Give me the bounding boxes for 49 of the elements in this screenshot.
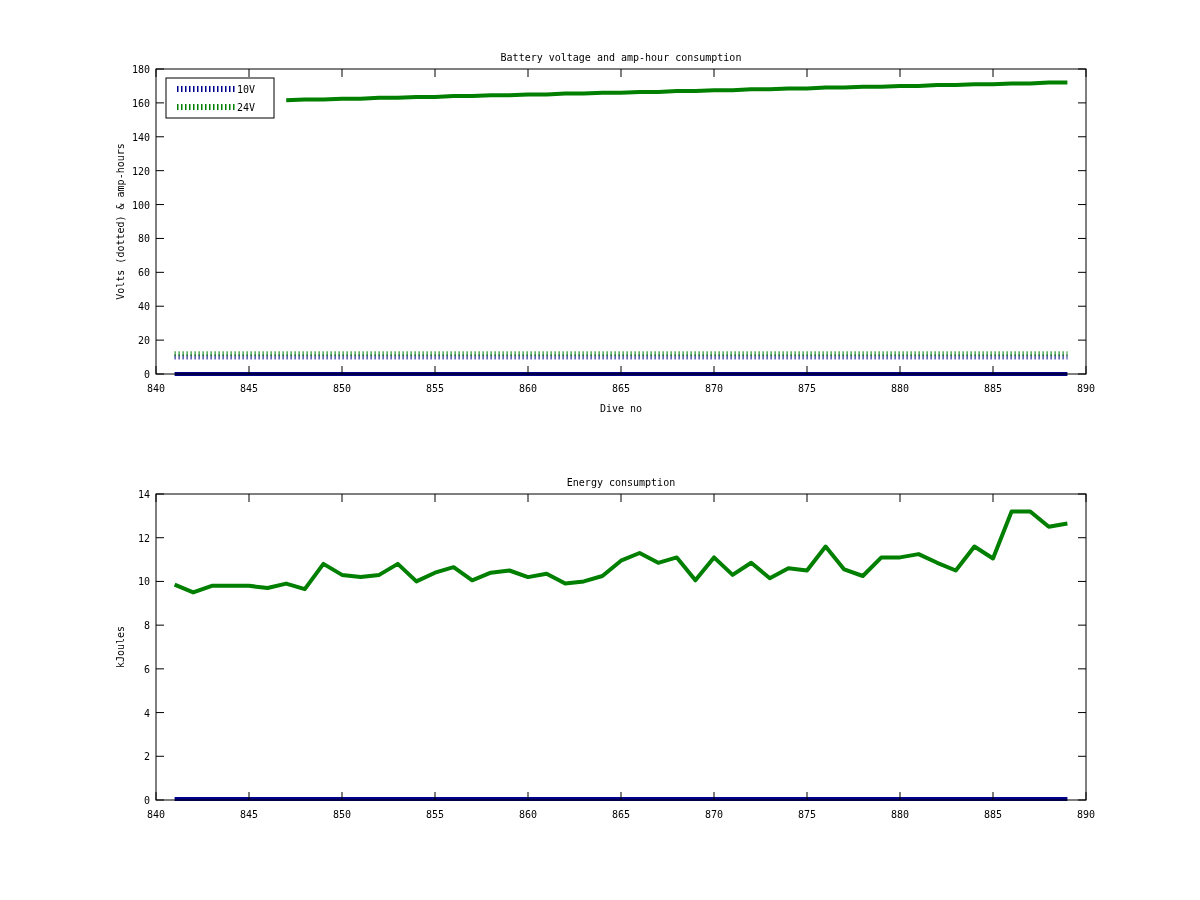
tick-label: 880 — [890, 383, 910, 394]
chart-title: Energy consumption — [566, 477, 676, 488]
legend-swatch — [177, 86, 235, 92]
tick-label: 845 — [239, 809, 259, 820]
tick-label: 840 — [146, 809, 166, 820]
tick-label: 6 — [143, 663, 150, 675]
axis-label: kJoules — [115, 625, 126, 669]
tick-label: 875 — [797, 383, 817, 394]
tick-label: 180 — [131, 64, 150, 75]
tick-label: 12 — [137, 532, 150, 544]
tick-label: 865 — [611, 383, 631, 394]
tick-label: 885 — [983, 383, 1003, 394]
tick-label: 0 — [143, 795, 150, 806]
axis-label: Dive no — [599, 403, 643, 414]
legend-label: 24V — [237, 102, 256, 113]
tick-label: 0 — [143, 369, 150, 380]
axis-label: Volts (dotted) & amp-hours — [115, 143, 126, 300]
tick-label: 10 — [137, 576, 150, 588]
tick-label: 20 — [137, 335, 150, 347]
tick-label: 8 — [143, 620, 150, 632]
tick-label: 4 — [143, 707, 150, 719]
tick-label: 865 — [611, 809, 631, 820]
tick-label: 120 — [131, 165, 150, 177]
tick-label: 860 — [518, 383, 538, 394]
tick-label: 140 — [131, 131, 150, 143]
tick-label: 845 — [239, 383, 259, 394]
tick-label: 40 — [137, 301, 150, 313]
legend-label: 10V — [237, 84, 256, 95]
tick-label: 2 — [143, 751, 150, 763]
tick-label: 890 — [1076, 809, 1096, 820]
tick-label: 860 — [518, 809, 538, 820]
tick-label: 875 — [797, 809, 817, 820]
tick-label: 850 — [332, 383, 352, 394]
tick-label: 885 — [983, 809, 1003, 820]
tick-label: 160 — [131, 97, 150, 109]
tick-label: 80 — [137, 233, 150, 245]
tick-label: 870 — [704, 383, 724, 394]
tick-label: 855 — [425, 383, 445, 394]
tick-label: 14 — [137, 489, 150, 500]
tick-label: 880 — [890, 809, 910, 820]
tick-label: 100 — [131, 199, 150, 211]
tick-label: 855 — [425, 809, 445, 820]
tick-label: 850 — [332, 809, 352, 820]
tick-label: 870 — [704, 809, 724, 820]
tick-label: 840 — [146, 383, 166, 394]
legend-swatch — [177, 104, 235, 110]
chart-title: Battery voltage and amp-hour consumption — [500, 52, 742, 63]
tick-label: 60 — [137, 267, 150, 279]
tick-label: 890 — [1076, 383, 1096, 394]
